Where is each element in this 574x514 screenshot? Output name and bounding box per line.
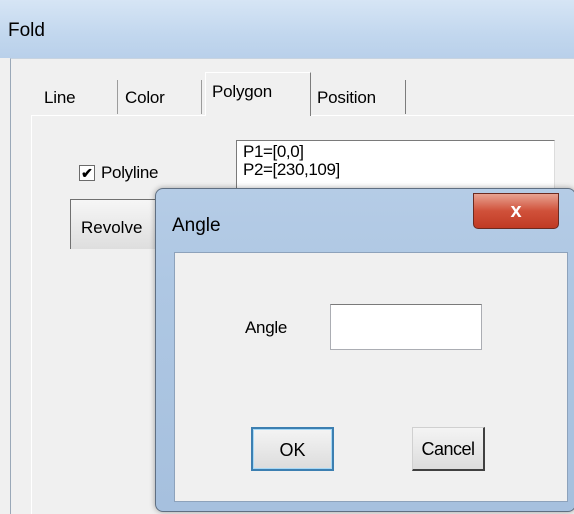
polyline-checkbox[interactable]: ✔	[79, 165, 95, 181]
tab-color[interactable]: Color	[119, 80, 202, 114]
close-button[interactable]: x	[473, 193, 559, 229]
cancel-button[interactable]: Cancel	[412, 427, 485, 471]
window-titlebar: Fold	[0, 0, 574, 58]
close-icon: x	[510, 200, 522, 222]
point-item: P1=[0,0]	[243, 142, 304, 161]
point-item: P2=[230,109]	[243, 160, 340, 179]
tab-position[interactable]: Position	[311, 80, 406, 114]
window-title: Fold	[8, 20, 45, 41]
angle-input[interactable]	[330, 304, 482, 350]
polyline-label: Polyline	[101, 163, 159, 182]
dialog-title: Angle	[172, 215, 221, 236]
tab-line[interactable]: Line	[38, 80, 118, 114]
ok-button[interactable]: OK	[251, 427, 334, 471]
dialog-client-area	[174, 252, 568, 502]
tab-polygon[interactable]: Polygon	[205, 72, 311, 116]
angle-label: Angle	[245, 318, 287, 337]
